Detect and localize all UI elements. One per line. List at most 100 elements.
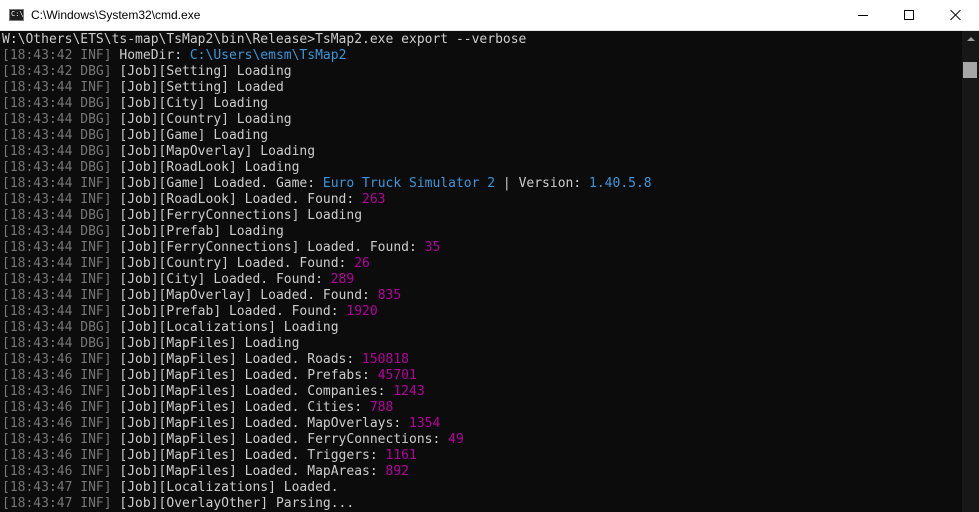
log-message: [Job][MapFiles] Loading	[111, 336, 300, 351]
log-timestamp: [18:43:44 INF]	[2, 192, 112, 207]
log-line: [18:43:44 INF] [Job][Setting] Loaded	[2, 80, 284, 96]
log-line: [18:43:44 DBG] [Job][MapFiles] Loading	[2, 336, 299, 352]
log-number: 45701	[377, 368, 417, 383]
log-line: [18:43:46 INF] [Job][MapFiles] Loaded. C…	[2, 400, 393, 416]
log-message: [Job][FerryConnections] Loaded. Found:	[111, 240, 425, 255]
log-timestamp: [18:43:42 INF]	[2, 48, 112, 63]
log-timestamp: [18:43:44 INF]	[2, 176, 112, 191]
log-line: [18:43:46 INF] [Job][MapFiles] Loaded. F…	[2, 432, 464, 448]
log-timestamp: [18:43:44 INF]	[2, 240, 112, 255]
log-timestamp: [18:43:44 DBG]	[2, 208, 112, 223]
log-line: [18:43:44 DBG] [Job][Localizations] Load…	[2, 320, 339, 336]
log-line: [18:43:44 INF] [Job][Country] Loaded. Fo…	[2, 256, 370, 272]
log-message: [Job][Localizations] Loaded.	[111, 480, 339, 495]
log-message: [Job][Game] Loaded. Game:	[111, 176, 323, 191]
log-message: [Job][Prefab] Loaded. Found:	[111, 304, 347, 319]
log-message: [Job][MapOverlay] Loading	[111, 144, 316, 159]
log-timestamp: [18:43:46 INF]	[2, 400, 112, 415]
close-icon	[950, 9, 962, 21]
log-line: [18:43:44 INF] [Job][Game] Loaded. Game:…	[2, 176, 652, 192]
log-message: [Job][City] Loading	[111, 96, 269, 111]
log-message: [Job][MapFiles] Loaded. MapAreas:	[111, 464, 386, 479]
log-message: [Job][MapOverlay] Loaded. Found:	[111, 288, 378, 303]
chevron-up-icon	[967, 37, 975, 41]
log-line: [18:43:44 DBG] [Job][Game] Loading	[2, 128, 268, 144]
console-output[interactable]: W:\Others\ETS\ts-map\TsMap2\bin\Release>…	[0, 31, 962, 512]
log-timestamp: [18:43:42 DBG]	[2, 64, 112, 79]
log-timestamp: [18:43:46 INF]	[2, 352, 112, 367]
log-number: 788	[369, 400, 394, 415]
log-number: 289	[330, 272, 355, 287]
log-line: [18:43:44 INF] [Job][FerryConnections] L…	[2, 240, 440, 256]
vertical-scrollbar[interactable]	[962, 31, 979, 512]
minimize-icon	[858, 15, 868, 16]
cmd-icon-label: C:\	[11, 10, 24, 18]
title-bar[interactable]: C:\ C:\Windows\System32\cmd.exe	[0, 0, 979, 31]
cmd-window: C:\ C:\Windows\System32\cmd.exe W:\Other…	[0, 0, 979, 512]
log-message: [Job][City] Loaded. Found:	[111, 272, 331, 287]
log-line: [18:43:46 INF] [Job][MapFiles] Loaded. R…	[2, 352, 409, 368]
log-value: C:\Users\emsm\TsMap2	[189, 48, 347, 63]
log-message: | Version:	[495, 176, 590, 191]
log-timestamp: [18:43:44 DBG]	[2, 96, 112, 111]
log-value: 1.40.5.8	[589, 176, 652, 191]
log-message: [Job][MapFiles] Loaded. Roads:	[111, 352, 363, 367]
command-line: W:\Others\ETS\ts-map\TsMap2\bin\Release>…	[2, 32, 527, 47]
scroll-thumb[interactable]	[963, 62, 977, 78]
log-timestamp: [18:43:46 INF]	[2, 448, 112, 463]
log-message: [Job][MapFiles] Loaded. Cities:	[111, 400, 370, 415]
log-message: [Job][RoadLook] Loaded. Found:	[111, 192, 363, 207]
log-message: [Job][Setting] Loaded	[111, 80, 284, 95]
log-timestamp: [18:43:44 INF]	[2, 272, 112, 287]
cmd-icon: C:\	[9, 9, 24, 21]
log-timestamp: [18:43:44 DBG]	[2, 336, 112, 351]
maximize-button[interactable]	[886, 0, 932, 30]
log-timestamp: [18:43:44 INF]	[2, 288, 112, 303]
log-line: [18:43:46 INF] [Job][MapFiles] Loaded. C…	[2, 384, 425, 400]
log-message: [Job][MapFiles] Loaded. MapOverlays:	[111, 416, 409, 431]
log-line: [18:43:46 INF] [Job][MapFiles] Loaded. T…	[2, 448, 417, 464]
log-message: [Job][OverlayOther] Parsing...	[111, 496, 355, 511]
minimize-button[interactable]	[840, 0, 886, 30]
log-timestamp: [18:43:47 INF]	[2, 496, 112, 511]
log-number: 1920	[346, 304, 378, 319]
log-message: [Job][Localizations] Loading	[111, 320, 339, 335]
log-line: [18:43:44 DBG] [Job][Prefab] Loading	[2, 224, 284, 240]
log-message: [Job][Country] Loaded. Found:	[111, 256, 355, 271]
log-timestamp: [18:43:44 DBG]	[2, 112, 112, 127]
log-message: [Job][MapFiles] Loaded. FerryConnections…	[111, 432, 449, 447]
log-message: HomeDir:	[111, 48, 190, 63]
log-number: 835	[377, 288, 402, 303]
log-message: [Job][Setting] Loading	[111, 64, 292, 79]
log-message: [Job][Game] Loading	[111, 128, 269, 143]
log-message: [Job][RoadLook] Loading	[111, 160, 300, 175]
log-number: 150818	[362, 352, 409, 367]
log-line: [18:43:44 DBG] [Job][FerryConnections] L…	[2, 208, 362, 224]
scroll-up-button[interactable]	[962, 31, 979, 48]
maximize-icon	[904, 10, 914, 20]
log-line: [18:43:44 DBG] [Job][Country] Loading	[2, 112, 292, 128]
log-timestamp: [18:43:44 INF]	[2, 304, 112, 319]
log-timestamp: [18:43:46 INF]	[2, 464, 112, 479]
close-button[interactable]	[933, 0, 979, 30]
log-message: [Job][MapFiles] Loaded. Companies:	[111, 384, 394, 399]
log-message: [Job][FerryConnections] Loading	[111, 208, 363, 223]
log-message: [Job][Country] Loading	[111, 112, 292, 127]
log-number: 263	[362, 192, 386, 207]
window-title: C:\Windows\System32\cmd.exe	[31, 8, 201, 22]
log-number: 1243	[393, 384, 425, 399]
log-number: 35	[424, 240, 441, 255]
log-line: [18:43:46 INF] [Job][MapFiles] Loaded. M…	[2, 464, 409, 480]
log-number: 49	[448, 432, 464, 447]
log-line: [18:43:44 INF] [Job][RoadLook] Loaded. F…	[2, 192, 386, 208]
log-message: [Job][MapFiles] Loaded. Triggers:	[111, 448, 386, 463]
log-timestamp: [18:43:44 DBG]	[2, 128, 112, 143]
log-timestamp: [18:43:44 INF]	[2, 256, 112, 271]
log-number: 892	[385, 464, 409, 479]
log-number: 1354	[409, 416, 441, 431]
log-message: [Job][Prefab] Loading	[111, 224, 284, 239]
log-timestamp: [18:43:46 INF]	[2, 384, 112, 399]
log-timestamp: [18:43:46 INF]	[2, 368, 112, 383]
log-timestamp: [18:43:44 INF]	[2, 80, 112, 95]
log-line: [18:43:44 INF] [Job][MapOverlay] Loaded.…	[2, 288, 401, 304]
